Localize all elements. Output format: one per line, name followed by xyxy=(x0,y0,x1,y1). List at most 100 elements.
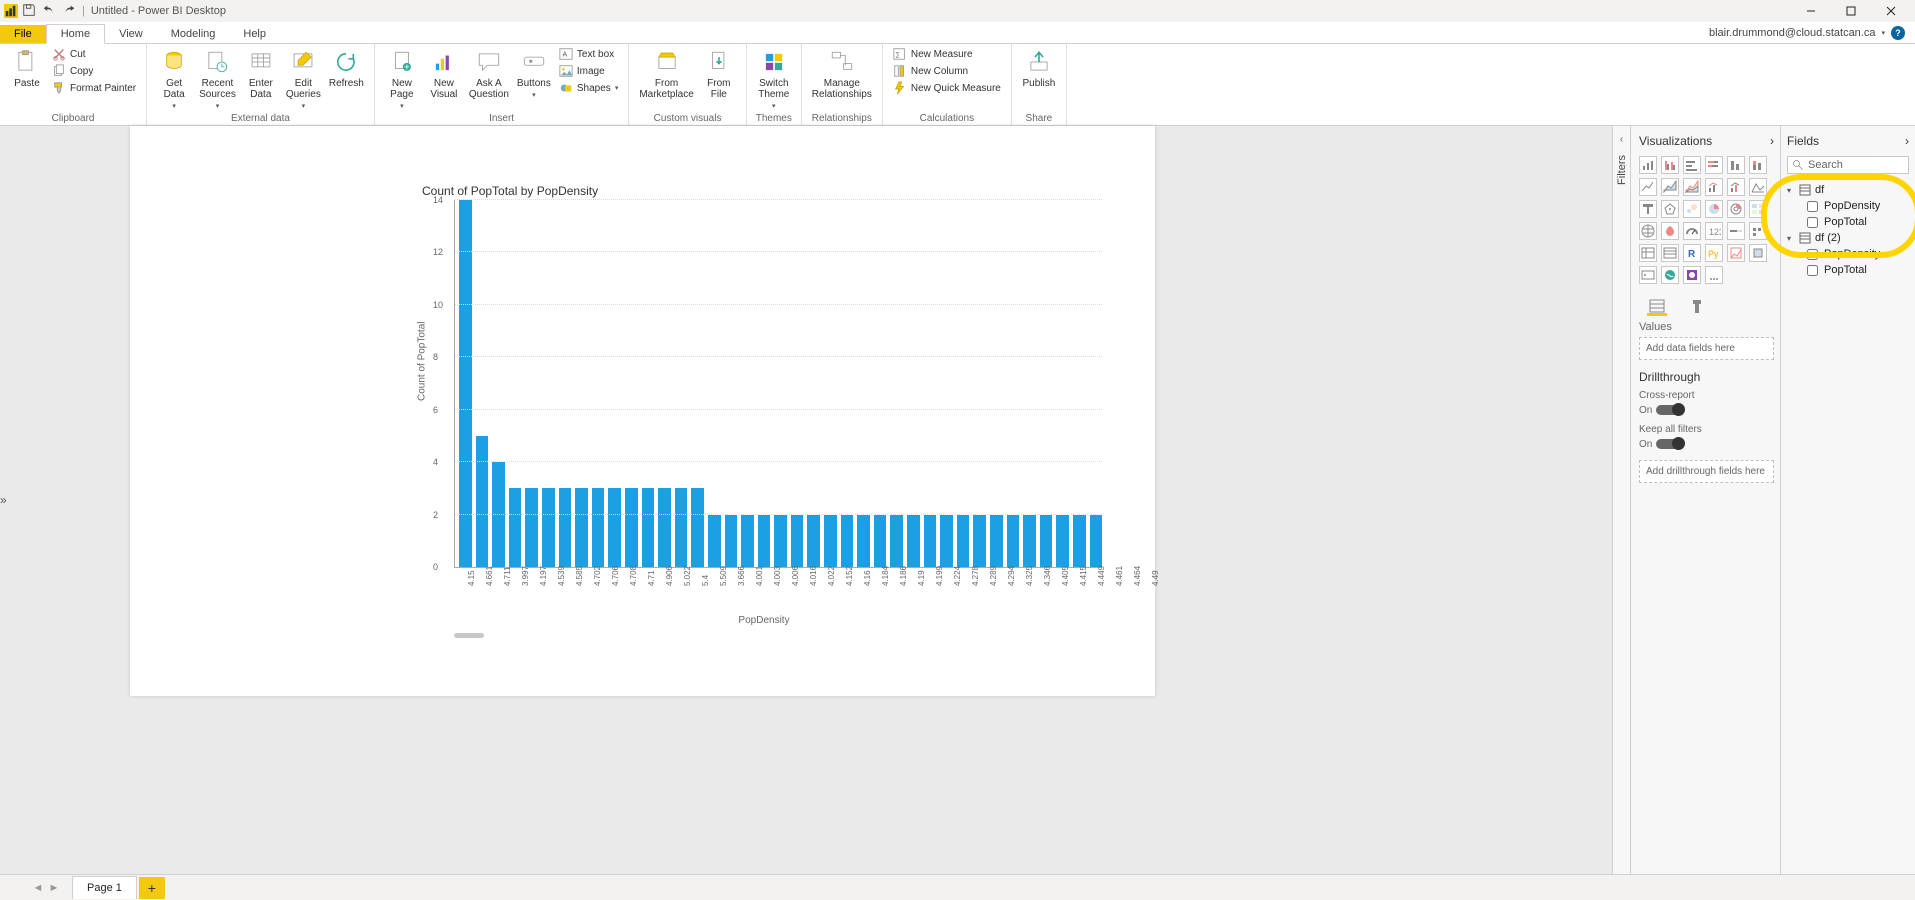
viz-type-icon[interactable] xyxy=(1639,266,1657,284)
report-canvas[interactable]: » Count of PopTotal by PopDensity Count … xyxy=(0,126,1612,874)
bar[interactable] xyxy=(476,436,489,567)
viz-type-icon[interactable] xyxy=(1683,222,1701,240)
viz-type-icon[interactable] xyxy=(1727,178,1745,196)
new-page-button[interactable]: New Page▾ xyxy=(383,46,421,112)
viz-type-icon[interactable]: 123 xyxy=(1705,222,1723,240)
bar[interactable] xyxy=(691,488,704,567)
copy-button[interactable]: Copy xyxy=(50,63,138,79)
viz-type-icon[interactable] xyxy=(1661,244,1679,262)
tab-modeling[interactable]: Modeling xyxy=(157,25,230,43)
image-button[interactable]: Image xyxy=(557,63,620,79)
maximize-button[interactable] xyxy=(1831,0,1871,22)
expand-filters-icon[interactable]: ‹ xyxy=(1620,134,1623,145)
bar[interactable] xyxy=(940,515,953,567)
viz-type-icon[interactable] xyxy=(1639,244,1657,262)
fields-column[interactable]: PopTotal xyxy=(1787,262,1909,278)
viz-type-icon[interactable] xyxy=(1727,222,1745,240)
viz-type-icon[interactable]: R xyxy=(1683,244,1701,262)
bar[interactable] xyxy=(525,488,538,567)
bar[interactable] xyxy=(924,515,937,567)
account-label[interactable]: blair.drummond@cloud.statcan.ca ▾ ? xyxy=(1699,23,1915,43)
bar[interactable] xyxy=(973,515,986,567)
refresh-button[interactable]: Refresh xyxy=(327,46,366,91)
viz-type-icon[interactable] xyxy=(1683,266,1701,284)
format-painter-button[interactable]: Format Painter xyxy=(50,80,138,96)
paste-button[interactable]: Paste xyxy=(8,46,46,91)
viz-type-icon[interactable] xyxy=(1639,200,1657,218)
new-quick-measure-button[interactable]: New Quick Measure xyxy=(891,80,1003,96)
bar[interactable] xyxy=(708,515,721,567)
page-prev[interactable]: ◄ xyxy=(30,882,46,894)
viz-type-icon[interactable]: Py xyxy=(1705,244,1723,262)
fields-search[interactable]: Search xyxy=(1787,156,1909,174)
field-checkbox[interactable] xyxy=(1807,249,1818,260)
bar[interactable] xyxy=(874,515,887,567)
viz-type-icon[interactable] xyxy=(1749,178,1767,196)
bar[interactable] xyxy=(509,488,522,567)
fields-table-node[interactable]: ▾df (2) xyxy=(1787,230,1909,246)
viz-type-icon[interactable] xyxy=(1705,200,1723,218)
bar[interactable] xyxy=(957,515,970,567)
bar[interactable] xyxy=(492,462,505,567)
from-marketplace-button[interactable]: From Marketplace xyxy=(637,46,695,102)
bar[interactable] xyxy=(741,515,754,567)
manage-relationships-button[interactable]: Manage Relationships xyxy=(810,46,874,102)
values-dropzone[interactable]: Add data fields here xyxy=(1639,337,1774,360)
bar[interactable] xyxy=(642,488,655,567)
viz-type-icon[interactable] xyxy=(1705,178,1723,196)
add-page-button[interactable]: + xyxy=(139,877,165,899)
viz-type-icon[interactable] xyxy=(1683,178,1701,196)
bar[interactable] xyxy=(575,488,588,567)
viz-type-icon[interactable] xyxy=(1639,222,1657,240)
save-icon[interactable] xyxy=(22,3,36,20)
bar[interactable] xyxy=(1090,515,1103,567)
bar[interactable] xyxy=(542,488,555,567)
page-next[interactable]: ► xyxy=(46,882,62,894)
fields-well-tab[interactable] xyxy=(1647,298,1667,316)
get-data-button[interactable]: Get Data▾ xyxy=(155,46,193,112)
field-checkbox[interactable] xyxy=(1807,217,1818,228)
collapse-fields-icon[interactable]: › xyxy=(1905,134,1909,148)
bar[interactable] xyxy=(791,515,804,567)
viz-type-icon[interactable] xyxy=(1683,200,1701,218)
viz-type-icon[interactable] xyxy=(1661,222,1679,240)
buttons-button[interactable]: Buttons▾ xyxy=(515,46,553,101)
viz-type-icon[interactable] xyxy=(1749,244,1767,262)
viz-type-icon[interactable] xyxy=(1727,156,1745,174)
fields-column[interactable]: PopDensity xyxy=(1787,198,1909,214)
bar[interactable] xyxy=(857,515,870,567)
cut-button[interactable]: Cut xyxy=(50,46,138,62)
viz-type-icon[interactable] xyxy=(1727,200,1745,218)
bar[interactable] xyxy=(907,515,920,567)
bar[interactable] xyxy=(608,488,621,567)
keep-filters-toggle[interactable] xyxy=(1656,439,1684,449)
edit-queries-button[interactable]: Edit Queries▾ xyxy=(284,46,323,112)
bar[interactable] xyxy=(1040,515,1053,567)
collapsed-view-rail[interactable]: » xyxy=(0,493,7,507)
help-icon[interactable]: ? xyxy=(1891,26,1905,40)
from-file-button[interactable]: From File xyxy=(700,46,738,102)
new-measure-button[interactable]: ∑New Measure xyxy=(891,46,1003,62)
minimize-button[interactable] xyxy=(1791,0,1831,22)
bar[interactable] xyxy=(1023,515,1036,567)
field-checkbox[interactable] xyxy=(1807,265,1818,276)
bar[interactable] xyxy=(658,488,671,567)
text-box-button[interactable]: AText box xyxy=(557,46,620,62)
viz-type-icon[interactable] xyxy=(1705,156,1723,174)
bar[interactable] xyxy=(559,488,572,567)
switch-theme-button[interactable]: Switch Theme▾ xyxy=(755,46,793,112)
redo-icon[interactable] xyxy=(62,3,76,20)
tab-home[interactable]: Home xyxy=(46,24,105,44)
bar[interactable] xyxy=(990,515,1003,567)
ask-question-button[interactable]: Ask A Question xyxy=(467,46,511,102)
bar[interactable] xyxy=(1007,515,1020,567)
bar[interactable] xyxy=(774,515,787,567)
report-page[interactable]: Count of PopTotal by PopDensity Count of… xyxy=(130,126,1155,696)
bar[interactable] xyxy=(824,515,837,567)
fields-column[interactable]: PopTotal xyxy=(1787,214,1909,230)
publish-button[interactable]: Publish xyxy=(1020,46,1058,91)
viz-type-icon[interactable] xyxy=(1661,200,1679,218)
filters-pane-collapsed[interactable]: ‹ Filters xyxy=(1612,126,1630,874)
viz-type-icon[interactable] xyxy=(1749,222,1767,240)
viz-type-icon[interactable] xyxy=(1661,266,1679,284)
